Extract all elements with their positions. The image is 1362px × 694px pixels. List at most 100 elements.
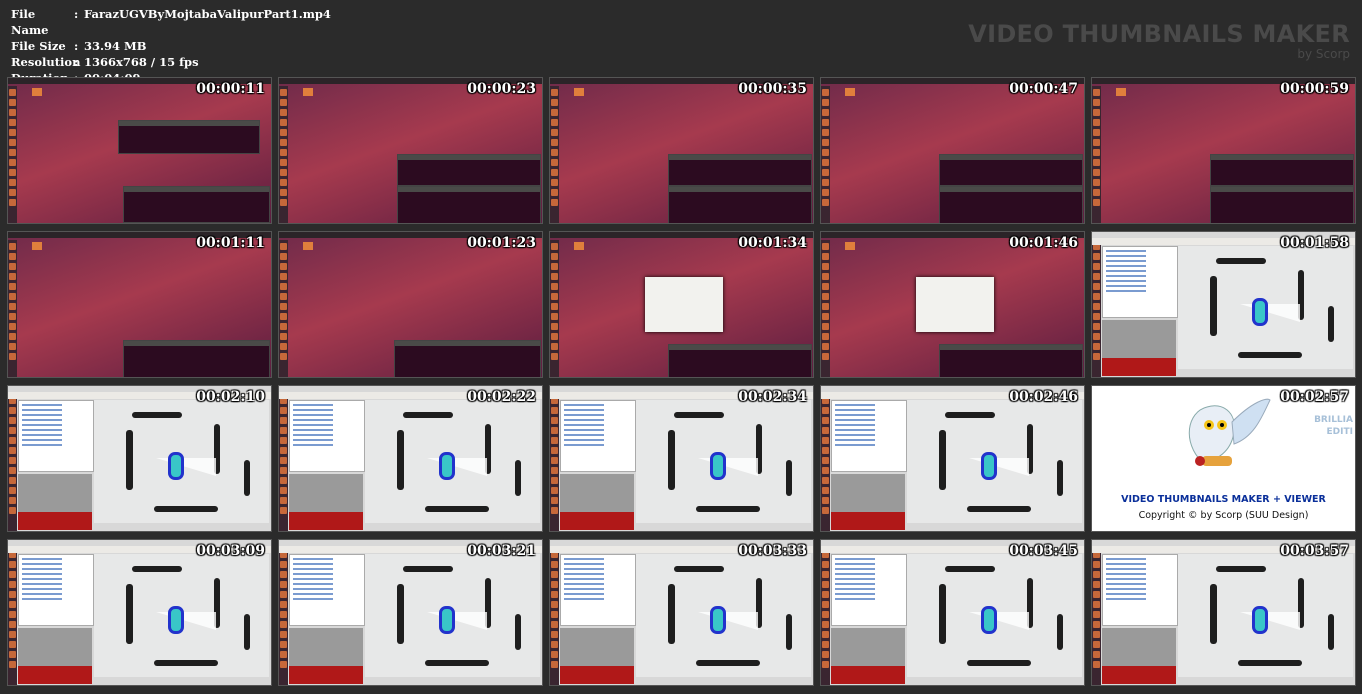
- ad-title: VIDEO THUMBNAILS MAKER + VIEWER: [1092, 494, 1355, 505]
- map-view: [1178, 554, 1353, 677]
- video-thumbnail[interactable]: 00:00:11: [7, 77, 272, 224]
- thumbnail-timestamp: 00:02:22: [467, 389, 536, 405]
- video-thumbnail[interactable]: 00:00:59: [1091, 77, 1356, 224]
- map-view: [636, 400, 811, 523]
- rviz-screenshot: [821, 540, 1084, 685]
- info-row-filename: File Name: FarazUGVByMojtabaValipurPart1…: [11, 7, 331, 37]
- camera-view: [289, 628, 363, 684]
- video-thumbnail[interactable]: 00:00:23: [278, 77, 543, 224]
- desktop-screenshot: [821, 232, 1084, 377]
- displays-panel: [1102, 246, 1178, 318]
- desktop-screenshot: [279, 78, 542, 223]
- displays-panel: [18, 554, 94, 626]
- thumbnail-timestamp: 00:01:23: [467, 235, 536, 251]
- thumbnail-timestamp: 00:03:33: [738, 543, 807, 559]
- thumbnail-timestamp: 00:00:35: [738, 81, 807, 97]
- dialog-window: [645, 277, 723, 332]
- map-view: [365, 554, 540, 677]
- camera-view: [18, 628, 92, 684]
- map-view: [94, 554, 269, 677]
- desktop-screenshot: [1092, 78, 1355, 223]
- file-info: File Name: FarazUGVByMojtabaValipurPart1…: [11, 6, 331, 86]
- thumbnail-timestamp: 00:02:10: [196, 389, 265, 405]
- folder-icon: [574, 88, 584, 96]
- thumbnail-timestamp: 00:03:09: [196, 543, 265, 559]
- ad-title-part: + VIEWER: [1272, 494, 1326, 505]
- info-value: FarazUGVByMojtabaValipurPart1.mp4: [84, 7, 331, 21]
- thumbnail-timestamp: 00:01:34: [738, 235, 807, 251]
- rviz-screenshot: [550, 540, 813, 685]
- info-value: 33.94 MB: [84, 39, 147, 53]
- thumbnail-timestamp: 00:02:34: [738, 389, 807, 405]
- video-thumbnail[interactable]: 00:03:57: [1091, 539, 1356, 686]
- video-thumbnail[interactable]: 00:03:21: [278, 539, 543, 686]
- video-thumbnail[interactable]: 00:00:35: [549, 77, 814, 224]
- desktop-screenshot: [279, 232, 542, 377]
- thumbnail-timestamp: 00:03:21: [467, 543, 536, 559]
- folder-icon: [32, 88, 42, 96]
- rviz-screenshot: [279, 540, 542, 685]
- desktop-screenshot: [8, 232, 271, 377]
- video-thumbnail[interactable]: 00:02:46: [820, 385, 1085, 532]
- video-thumbnail[interactable]: 00:02:34: [549, 385, 814, 532]
- thumbnail-timestamp: 00:01:46: [1009, 235, 1078, 251]
- brand-subtitle: by Scorp: [1297, 47, 1350, 61]
- map-view: [365, 400, 540, 523]
- video-thumbnail[interactable]: 00:01:46: [820, 231, 1085, 378]
- info-label: File Size: [11, 39, 66, 53]
- video-thumbnail[interactable]: 00:01:23: [278, 231, 543, 378]
- thumbnail-timestamp: 00:00:11: [196, 81, 265, 97]
- folder-icon: [1116, 88, 1126, 96]
- thumbnail-timestamp: 00:00:47: [1009, 81, 1078, 97]
- thumbnail-timestamp: 00:02:46: [1009, 389, 1078, 405]
- map-view: [907, 554, 1082, 677]
- video-thumbnail[interactable]: BRILLIA EDITI VIDEO THUMBNAILS MAKER + VIE…: [1091, 385, 1356, 532]
- folder-icon: [574, 242, 584, 250]
- thumbnail-timestamp: 00:03:57: [1280, 543, 1349, 559]
- dialog-window: [916, 277, 994, 332]
- displays-panel: [1102, 554, 1178, 626]
- map-view: [907, 400, 1082, 523]
- video-thumbnail[interactable]: 00:02:10: [7, 385, 272, 532]
- info-label: Resolution: [11, 55, 81, 69]
- desktop-screenshot: [8, 78, 271, 223]
- camera-view: [831, 628, 905, 684]
- displays-panel: [18, 400, 94, 472]
- displays-panel: [831, 554, 907, 626]
- displays-panel: [289, 400, 365, 472]
- owl-logo-icon: [1188, 398, 1271, 466]
- folder-icon: [303, 242, 313, 250]
- ad-side-text: EDITI: [1326, 427, 1353, 437]
- rviz-screenshot: [1092, 232, 1355, 377]
- camera-view: [1102, 628, 1176, 684]
- camera-view: [831, 474, 905, 530]
- folder-icon: [845, 242, 855, 250]
- camera-view: [560, 474, 634, 530]
- rviz-screenshot: [8, 386, 271, 531]
- video-thumbnail[interactable]: 00:01:58: [1091, 231, 1356, 378]
- camera-view: [18, 474, 92, 530]
- rviz-screenshot: [279, 386, 542, 531]
- desktop-screenshot: [821, 78, 1084, 223]
- video-thumbnail[interactable]: 00:03:09: [7, 539, 272, 686]
- video-thumbnail[interactable]: 00:03:33: [549, 539, 814, 686]
- map-view: [636, 554, 811, 677]
- thumbnail-timestamp: 00:01:58: [1280, 235, 1349, 251]
- video-thumbnail[interactable]: 00:03:45: [820, 539, 1085, 686]
- info-row-filesize: File Size: 33.94 MB: [11, 39, 147, 53]
- displays-panel: [560, 400, 636, 472]
- video-thumbnail[interactable]: 00:02:22: [278, 385, 543, 532]
- thumbnail-timestamp: 00:00:23: [467, 81, 536, 97]
- folder-icon: [32, 242, 42, 250]
- video-thumbnail[interactable]: 00:00:47: [820, 77, 1085, 224]
- video-thumbnail[interactable]: 00:01:34: [549, 231, 814, 378]
- displays-panel: [560, 554, 636, 626]
- desktop-screenshot: [550, 232, 813, 377]
- desktop-screenshot: [550, 78, 813, 223]
- map-view: [94, 400, 269, 523]
- folder-icon: [845, 88, 855, 96]
- info-label: File Name: [11, 7, 49, 37]
- displays-panel: [831, 400, 907, 472]
- video-thumbnail[interactable]: 00:01:11: [7, 231, 272, 378]
- folder-icon: [303, 88, 313, 96]
